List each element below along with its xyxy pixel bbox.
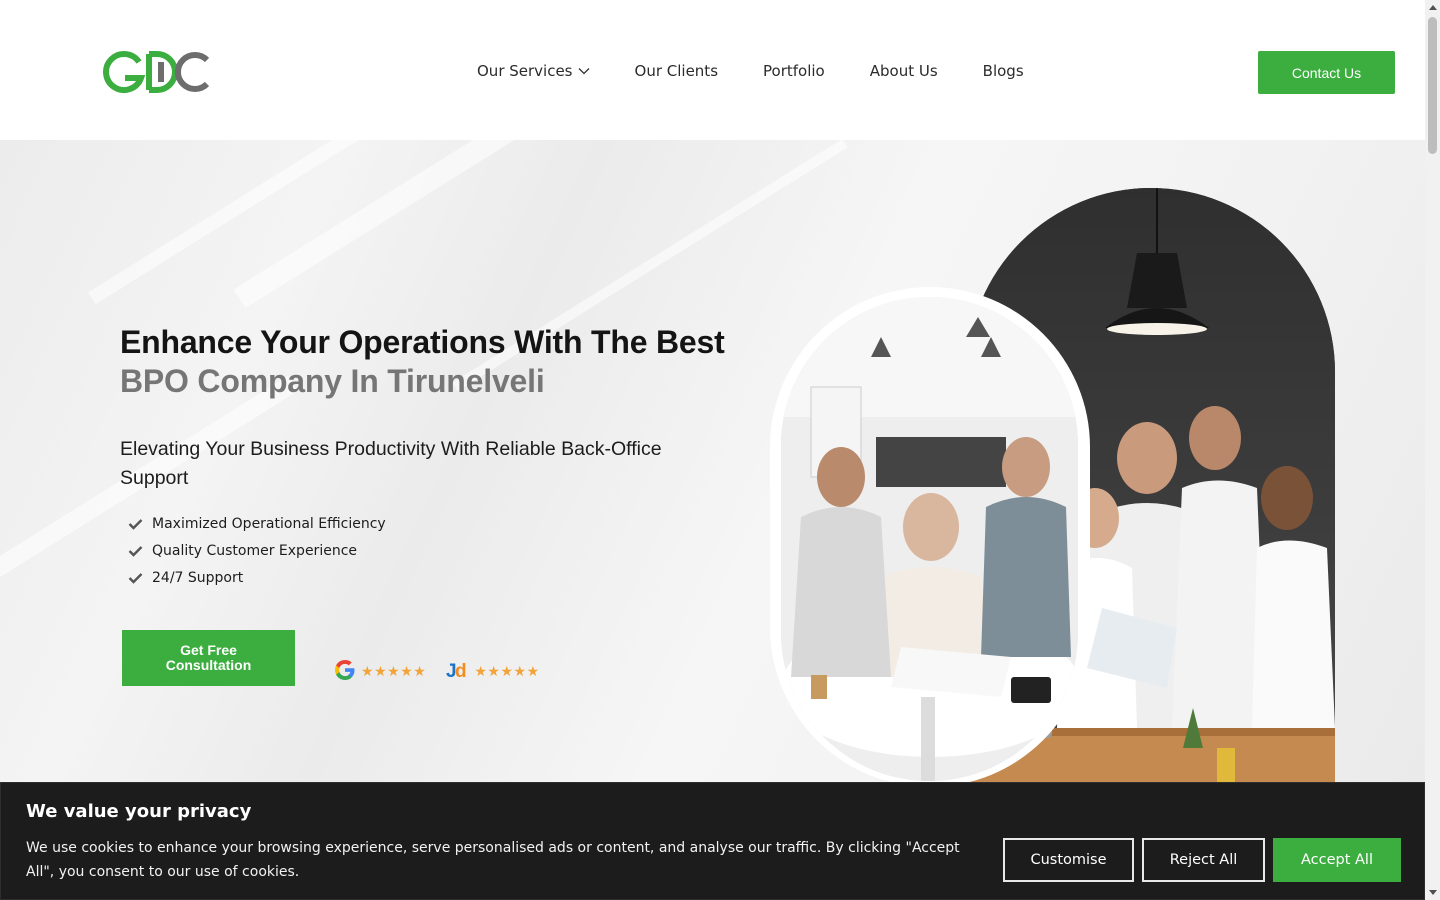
list-item: Maximized Operational Efficiency: [128, 510, 386, 537]
cookie-consent-banner: We value your privacy We use cookies to …: [0, 782, 1425, 900]
chevron-down-icon: [578, 67, 590, 75]
hero-title-line2: BPO Company In Tirunelveli: [120, 363, 545, 399]
hero-subtitle: Elevating Your Business Productivity Wit…: [120, 438, 662, 489]
feature-label: 24/7 Support: [152, 569, 244, 586]
contact-us-button[interactable]: Contact Us: [1258, 51, 1395, 94]
justdial-icon: J d: [446, 658, 470, 686]
nav-label: Blogs: [982, 62, 1024, 80]
google-icon: [333, 658, 357, 686]
feature-list: Maximized Operational Efficiency Quality…: [128, 510, 386, 591]
feature-label: Maximized Operational Efficiency: [152, 515, 386, 532]
nav-label: About Us: [869, 62, 938, 80]
five-star-icon: ★ ★ ★ ★ ★: [474, 664, 540, 680]
site-header: Our Services Our Clients Portfolio About…: [0, 0, 1425, 140]
nav-our-clients[interactable]: Our Clients: [635, 62, 719, 80]
scroll-down-arrow-icon[interactable]: [1425, 885, 1440, 900]
nav-about-us[interactable]: About Us: [870, 62, 938, 80]
meeting-photo: [781, 297, 1078, 781]
five-star-icon: ★ ★ ★ ★ ★: [361, 664, 426, 680]
main-nav: Our Services Our Clients Portfolio About…: [477, 62, 1069, 80]
list-item: 24/7 Support: [128, 564, 386, 591]
review-ratings: ★ ★ ★ ★ ★ J d ★ ★ ★ ★ ★: [333, 658, 560, 686]
nav-portfolio[interactable]: Portfolio: [763, 62, 825, 80]
hero-section: Enhance Your Operations With The Best BP…: [0, 140, 1425, 790]
justdial-rating[interactable]: J d ★ ★ ★ ★ ★: [446, 658, 539, 686]
gdc-logo[interactable]: [103, 50, 213, 94]
get-free-consultation-button[interactable]: Get Free Consultation: [122, 630, 295, 686]
cookie-text: We use cookies to enhance your browsing …: [26, 840, 960, 880]
google-rating[interactable]: ★ ★ ★ ★ ★: [333, 658, 426, 686]
cookie-title: We value your privacy: [26, 801, 252, 822]
customise-button[interactable]: Customise: [1003, 838, 1134, 882]
list-item: Quality Customer Experience: [128, 537, 386, 564]
nav-our-services[interactable]: Our Services: [477, 62, 590, 80]
svg-text:d: d: [455, 661, 467, 682]
checkmark-icon: [128, 572, 145, 584]
scroll-up-arrow-icon[interactable]: [1425, 0, 1440, 15]
checkmark-icon: [128, 518, 145, 530]
nav-blogs[interactable]: Blogs: [983, 62, 1024, 80]
accept-all-button[interactable]: Accept All: [1273, 838, 1401, 882]
checkmark-icon: [128, 545, 145, 557]
page-scrollbar[interactable]: [1425, 0, 1440, 900]
hero-title-line1: Enhance Your Operations With The Best: [120, 324, 725, 360]
scrollbar-thumb[interactable]: [1428, 17, 1437, 154]
nav-label: Portfolio: [763, 62, 825, 80]
nav-label: Our Clients: [634, 62, 719, 80]
reject-all-button[interactable]: Reject All: [1142, 838, 1265, 882]
hero-title: Enhance Your Operations With The Best BP…: [120, 323, 725, 401]
feature-label: Quality Customer Experience: [152, 542, 358, 559]
nav-label: Our Services: [477, 62, 573, 80]
